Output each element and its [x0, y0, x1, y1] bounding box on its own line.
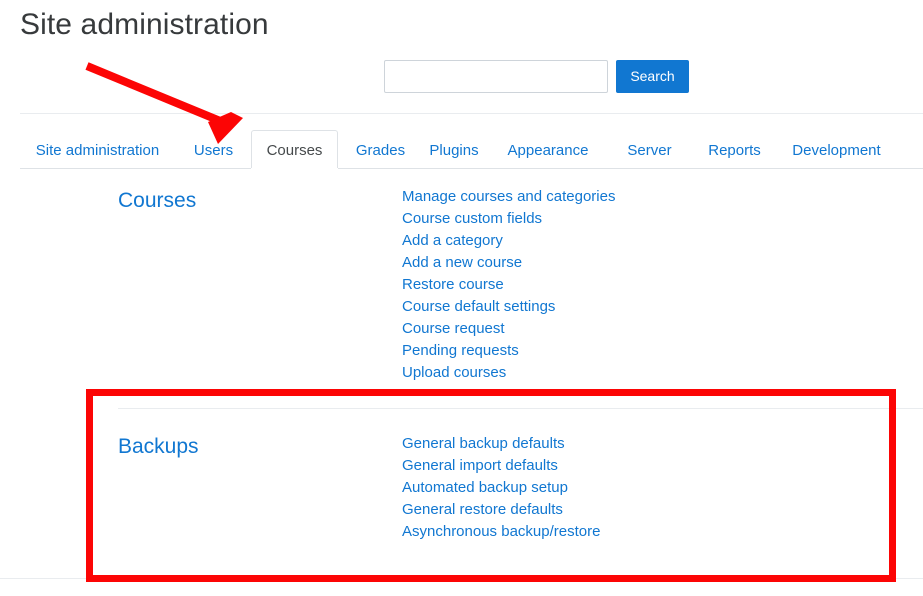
- active-tab-underline-mask: [251, 168, 338, 170]
- search-input[interactable]: [384, 60, 608, 93]
- list-item: General restore defaults: [402, 499, 600, 521]
- link-manage-courses-and-categories[interactable]: Manage courses and categories: [402, 188, 615, 205]
- tab-appearance[interactable]: Appearance: [499, 130, 597, 169]
- section-heading-courses: Courses: [118, 188, 196, 214]
- list-item: Course custom fields: [402, 208, 615, 230]
- list-item: Upload courses: [402, 362, 615, 384]
- list-item: Asynchronous backup/restore: [402, 521, 600, 543]
- tab-courses[interactable]: Courses: [251, 130, 338, 169]
- tab-site-administration[interactable]: Site administration: [24, 130, 171, 169]
- link-general-restore-defaults[interactable]: General restore defaults: [402, 501, 563, 518]
- link-automated-backup-setup[interactable]: Automated backup setup: [402, 479, 568, 496]
- divider-below-courses: [118, 408, 923, 409]
- link-list-backups: General backup defaults General import de…: [402, 433, 600, 543]
- link-list-courses: Manage courses and categories Course cust…: [402, 186, 615, 384]
- list-item: General backup defaults: [402, 433, 600, 455]
- link-course-custom-fields[interactable]: Course custom fields: [402, 210, 542, 227]
- tab-development[interactable]: Development: [778, 130, 895, 169]
- annotation-arrow-shaft: [87, 66, 225, 123]
- list-item: General import defaults: [402, 455, 600, 477]
- admin-tab-bar: Site administration Users Courses Grades Plu…: [20, 130, 923, 169]
- link-general-import-defaults[interactable]: General import defaults: [402, 457, 558, 474]
- tab-plugins[interactable]: Plugins: [423, 130, 485, 169]
- list-item: Add a new course: [402, 252, 615, 274]
- link-upload-courses[interactable]: Upload courses: [402, 364, 506, 381]
- tab-server[interactable]: Server: [621, 130, 678, 169]
- section-heading-backups: Backups: [118, 434, 199, 460]
- list-item: Course request: [402, 318, 615, 340]
- list-item: Pending requests: [402, 340, 615, 362]
- list-item: Automated backup setup: [402, 477, 600, 499]
- list-item: Add a category: [402, 230, 615, 252]
- link-asynchronous-backup-restore[interactable]: Asynchronous backup/restore: [402, 523, 600, 540]
- link-add-a-new-course[interactable]: Add a new course: [402, 254, 522, 271]
- link-general-backup-defaults[interactable]: General backup defaults: [402, 435, 565, 452]
- link-course-default-settings[interactable]: Course default settings: [402, 298, 555, 315]
- list-item: Manage courses and categories: [402, 186, 615, 208]
- tab-reports[interactable]: Reports: [702, 130, 767, 169]
- divider-below-backups: [0, 578, 923, 579]
- link-restore-course[interactable]: Restore course: [402, 276, 504, 293]
- search-form: Search: [384, 60, 689, 93]
- link-add-a-category[interactable]: Add a category: [402, 232, 503, 249]
- list-item: Restore course: [402, 274, 615, 296]
- divider-above-tabs: [20, 113, 923, 114]
- link-pending-requests[interactable]: Pending requests: [402, 342, 519, 359]
- tab-users[interactable]: Users: [186, 130, 241, 169]
- link-course-request[interactable]: Course request: [402, 320, 505, 337]
- search-button[interactable]: Search: [616, 60, 689, 93]
- page-title: Site administration: [20, 5, 269, 45]
- tab-grades[interactable]: Grades: [349, 130, 412, 169]
- list-item: Course default settings: [402, 296, 615, 318]
